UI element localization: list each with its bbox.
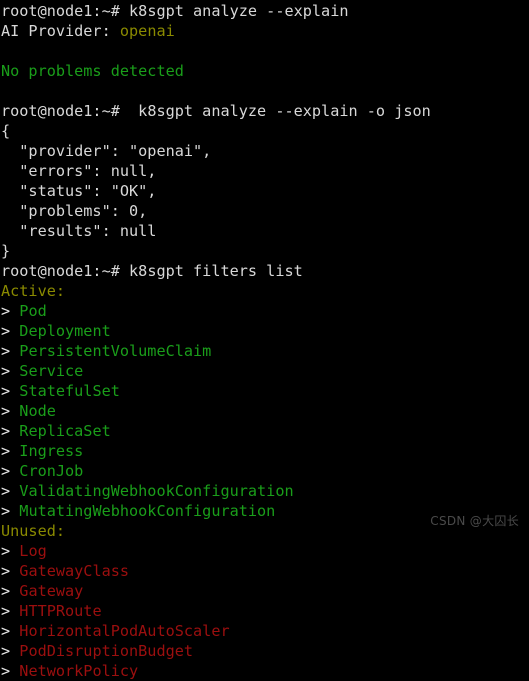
active-filter-item: > CronJob <box>1 461 529 481</box>
ai-provider-label: AI Provider: <box>1 22 111 40</box>
active-filter-item: > StatefulSet <box>1 381 529 401</box>
no-problems-detected-message: No problems detected <box>1 62 184 80</box>
shell-prompt: root@node1:~# <box>1 2 120 20</box>
terminal-line-command: root@node1:~# k8sgpt analyze --explain <box>1 1 529 21</box>
active-filter-item: > Service <box>1 361 529 381</box>
active-filter-label: StatefulSet <box>19 382 120 400</box>
filter-marker-icon: > <box>1 642 20 660</box>
ai-provider-value: openai <box>119 22 175 40</box>
command-analyze-explain-json: k8sgpt analyze --explain -o json <box>129 102 431 120</box>
json-open-brace: { <box>1 122 11 140</box>
terminal-line-command: root@node1:~# k8sgpt filters list <box>1 261 529 281</box>
active-filter-label: Ingress <box>19 442 84 460</box>
active-filters-list: > Pod > Deployment > PersistentVolumeClaim… <box>1 301 529 521</box>
filter-marker-icon: > <box>1 462 20 480</box>
unused-filter-item: > Gateway <box>1 581 529 601</box>
json-field-status: "status": "OK", <box>1 182 157 200</box>
filter-marker-icon: > <box>1 502 20 520</box>
filter-marker-icon: > <box>1 342 20 360</box>
unused-filter-label: HorizontalPodAutoScaler <box>19 622 230 640</box>
filter-marker-icon: > <box>1 362 20 380</box>
filter-marker-icon: > <box>1 422 20 440</box>
json-field-provider: "provider": "openai", <box>1 142 212 160</box>
active-filter-item: > Ingress <box>1 441 529 461</box>
json-field-results: "results": null <box>1 222 157 240</box>
command-separator <box>120 102 129 120</box>
json-close-brace: } <box>1 242 11 260</box>
command-filters-list: k8sgpt filters list <box>129 262 303 280</box>
unused-filter-item: > Log <box>1 541 529 561</box>
active-filter-item: > ReplicaSet <box>1 421 529 441</box>
active-filter-item: > Pod <box>1 301 529 321</box>
filter-marker-icon: > <box>1 322 20 340</box>
filter-marker-icon: > <box>1 662 20 680</box>
filter-marker-icon: > <box>1 562 20 580</box>
command-separator <box>120 262 129 280</box>
filter-marker-icon: > <box>1 402 20 420</box>
active-filter-label: ValidatingWebhookConfiguration <box>19 482 294 500</box>
filter-marker-icon: > <box>1 302 20 320</box>
unused-filter-item: > HTTPRoute <box>1 601 529 621</box>
active-filter-item: > Node <box>1 401 529 421</box>
unused-filter-label: PodDisruptionBudget <box>19 642 194 660</box>
unused-filter-label: HTTPRoute <box>19 602 102 620</box>
json-field-problems: "problems": 0, <box>1 202 148 220</box>
terminal-line-ai-provider: AI Provider: openai <box>1 21 529 41</box>
ai-provider-spacer <box>111 22 120 40</box>
filter-marker-icon: > <box>1 482 20 500</box>
active-filter-label: PersistentVolumeClaim <box>19 342 212 360</box>
unused-filter-item: > PodDisruptionBudget <box>1 641 529 661</box>
active-filter-label: Pod <box>19 302 47 320</box>
active-filter-label: Service <box>19 362 84 380</box>
active-filter-item: > ValidatingWebhookConfiguration <box>1 481 529 501</box>
active-filter-label: Node <box>19 402 56 420</box>
filter-marker-icon: > <box>1 602 20 620</box>
command-separator <box>120 2 129 20</box>
shell-prompt: root@node1:~# <box>1 102 120 120</box>
unused-filter-label: Gateway <box>19 582 84 600</box>
terminal-line-status: No problems detected <box>1 61 529 81</box>
active-filter-item: > Deployment <box>1 321 529 341</box>
unused-filters-list: > Log > GatewayClass > Gateway > HTTPRoute >… <box>1 541 529 681</box>
active-filter-label: MutatingWebhookConfiguration <box>19 502 276 520</box>
filter-marker-icon: > <box>1 622 20 640</box>
json-field-errors: "errors": null, <box>1 162 157 180</box>
unused-filter-item: > HorizontalPodAutoScaler <box>1 621 529 641</box>
active-filters-header: Active: <box>1 282 66 300</box>
terminal-line-command: root@node1:~# k8sgpt analyze --explain -… <box>1 101 529 121</box>
active-filter-label: CronJob <box>19 462 84 480</box>
unused-filter-item: > NetworkPolicy <box>1 661 529 681</box>
unused-filter-label: NetworkPolicy <box>19 662 139 680</box>
csdn-watermark: CSDN @大囚长 <box>430 514 519 528</box>
unused-filter-item: > GatewayClass <box>1 561 529 581</box>
filter-marker-icon: > <box>1 442 20 460</box>
filter-marker-icon: > <box>1 382 20 400</box>
filter-marker-icon: > <box>1 582 20 600</box>
active-filter-item: > PersistentVolumeClaim <box>1 341 529 361</box>
active-filter-label: Deployment <box>19 322 111 340</box>
terminal-window[interactable]: root@node1:~# k8sgpt analyze --explain A… <box>0 0 529 680</box>
active-filter-label: ReplicaSet <box>19 422 111 440</box>
command-analyze-explain: k8sgpt analyze --explain <box>129 2 349 20</box>
unused-filter-label: GatewayClass <box>19 562 130 580</box>
shell-prompt: root@node1:~# <box>1 262 120 280</box>
